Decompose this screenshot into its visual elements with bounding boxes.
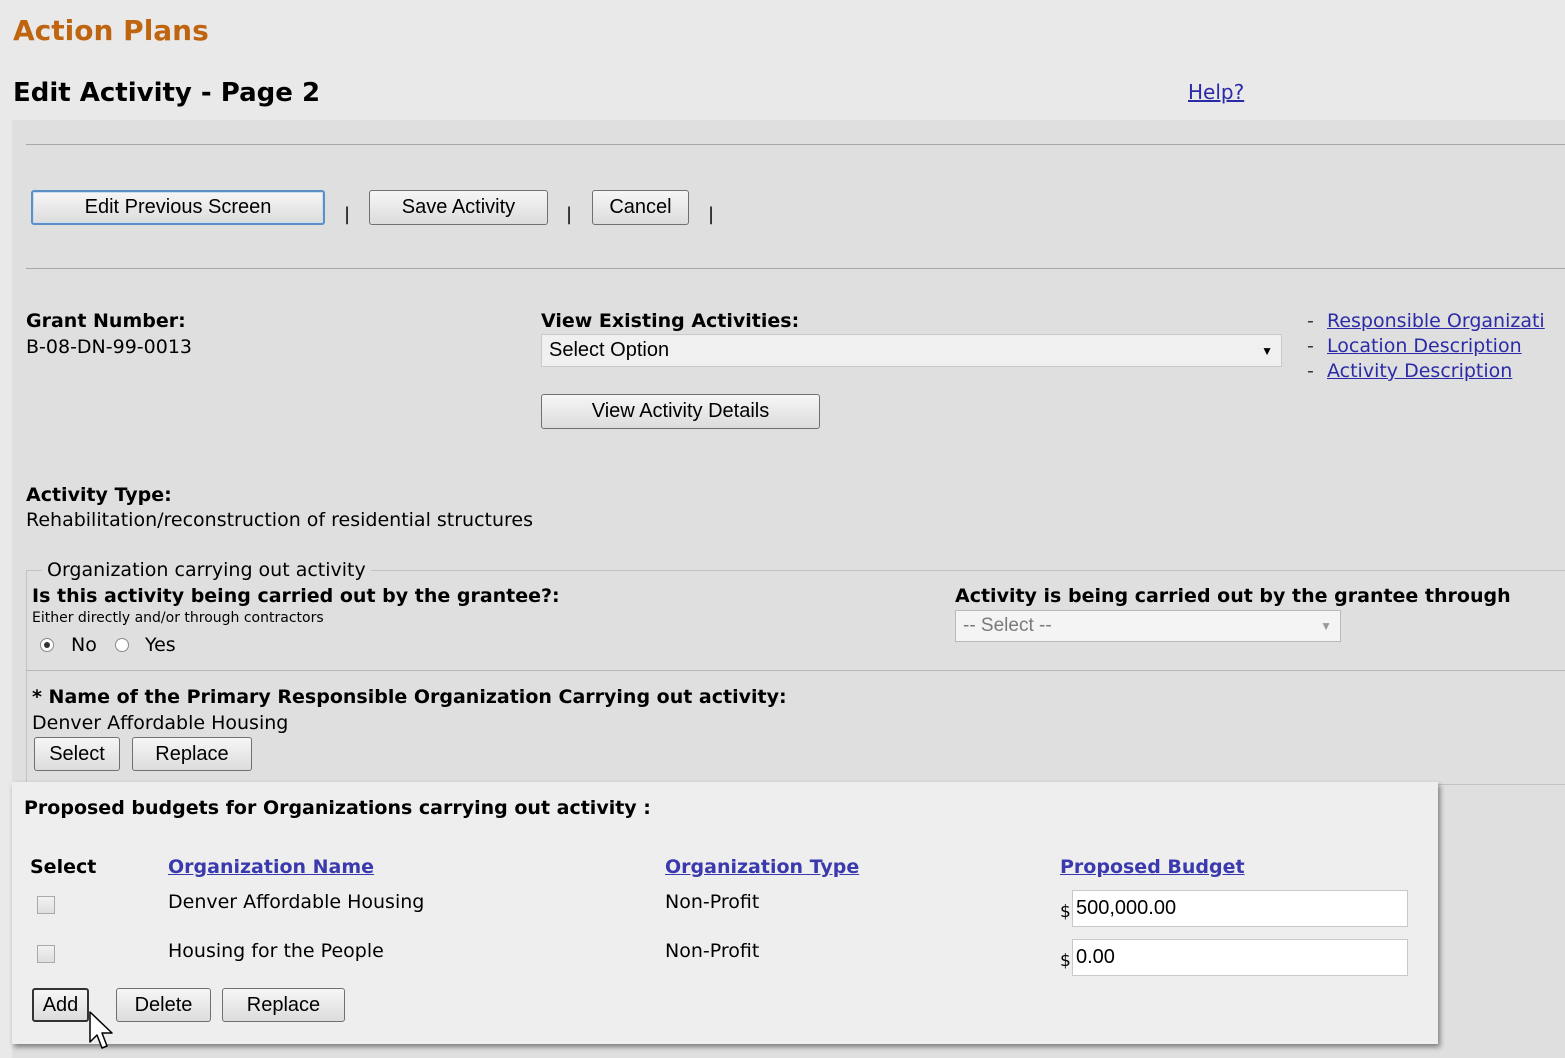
primary-organization-value: Denver Affordable Housing xyxy=(32,712,289,734)
radio-no-label: No xyxy=(71,634,97,656)
row-organization-name: Denver Affordable Housing xyxy=(168,891,425,913)
proposed-budget-input[interactable]: 0.00 xyxy=(1072,939,1408,976)
link-dash: - xyxy=(1307,335,1314,357)
edit-previous-screen-button[interactable]: Edit Previous Screen xyxy=(31,190,325,225)
row-select-checkbox[interactable] xyxy=(37,896,55,914)
select-organization-button[interactable]: Select xyxy=(34,737,120,771)
organization-fieldset-legend: Organization carrying out activity xyxy=(42,559,371,581)
toolbar-separator: | xyxy=(708,204,715,225)
row-organization-type: Non-Profit xyxy=(665,940,760,962)
link-dash: - xyxy=(1307,360,1314,382)
app-title: Action Plans xyxy=(13,14,209,47)
add-budget-button[interactable]: Add xyxy=(32,988,89,1022)
currency-symbol: $ xyxy=(1060,902,1071,922)
radio-no[interactable] xyxy=(40,638,54,652)
replace-organization-button[interactable]: Replace xyxy=(132,737,252,771)
mouse-cursor-icon xyxy=(89,1011,113,1049)
activity-type-value: Rehabilitation/reconstruction of residen… xyxy=(26,509,534,531)
view-existing-activities-select[interactable]: Select Option ▼ xyxy=(541,334,1282,367)
help-link[interactable]: Help? xyxy=(1188,80,1244,104)
view-existing-activities-label: View Existing Activities: xyxy=(541,310,800,332)
divider-fieldset xyxy=(26,670,1565,671)
carried-out-through-label: Activity is being carried out by the gra… xyxy=(955,585,1511,607)
divider-toolbar xyxy=(26,268,1565,269)
dropdown-arrow-icon: ▼ xyxy=(1261,343,1273,358)
proposed-budgets-title: Proposed budgets for Organizations carry… xyxy=(24,797,651,819)
primary-organization-label: * Name of the Primary Responsible Organi… xyxy=(32,686,787,708)
radio-yes[interactable] xyxy=(115,638,129,652)
responsible-organization-link[interactable]: Responsible Organizati xyxy=(1327,310,1545,332)
toolbar-separator: | xyxy=(344,204,351,225)
header-proposed-budget[interactable]: Proposed Budget xyxy=(1060,856,1245,878)
row-select-checkbox[interactable] xyxy=(37,945,55,963)
row-organization-type: Non-Profit xyxy=(665,891,760,913)
cancel-button[interactable]: Cancel xyxy=(592,190,689,225)
divider-top xyxy=(26,144,1565,145)
replace-budget-button[interactable]: Replace xyxy=(222,988,345,1022)
carried-out-by-grantee-question: Is this activity being carried out by th… xyxy=(32,585,560,607)
select-value: Select Option xyxy=(549,339,670,361)
header-select: Select xyxy=(30,856,97,878)
quick-link-item: - xyxy=(1307,310,1314,332)
activity-description-link[interactable]: Activity Description xyxy=(1327,360,1512,382)
grant-number-value: B-08-DN-99-0013 xyxy=(26,336,193,358)
grant-number-label: Grant Number: xyxy=(26,310,186,332)
quick-link-item: - xyxy=(1307,335,1314,357)
delete-budget-button[interactable]: Delete xyxy=(116,988,211,1022)
toolbar-separator: | xyxy=(566,204,573,225)
proposed-budget-input[interactable]: 500,000.00 xyxy=(1072,890,1408,927)
quick-link-item: - xyxy=(1307,360,1314,382)
header-organization-type[interactable]: Organization Type xyxy=(665,856,859,878)
row-organization-name: Housing for the People xyxy=(168,940,384,962)
radio-yes-label: Yes xyxy=(145,634,176,656)
select-value: -- Select -- xyxy=(963,615,1052,636)
page-title: Edit Activity - Page 2 xyxy=(13,78,321,108)
view-activity-details-button[interactable]: View Activity Details xyxy=(541,394,820,429)
location-description-link[interactable]: Location Description xyxy=(1327,335,1522,357)
header-organization-name[interactable]: Organization Name xyxy=(168,856,374,878)
activity-type-label: Activity Type: xyxy=(26,484,172,506)
carried-out-through-select[interactable]: -- Select -- ▼ xyxy=(955,610,1341,642)
carried-out-hint: Either directly and/or through contracto… xyxy=(32,610,324,626)
save-activity-button[interactable]: Save Activity xyxy=(369,190,548,225)
link-dash: - xyxy=(1307,310,1314,332)
dropdown-arrow-icon: ▼ xyxy=(1320,619,1332,633)
currency-symbol: $ xyxy=(1060,951,1071,971)
